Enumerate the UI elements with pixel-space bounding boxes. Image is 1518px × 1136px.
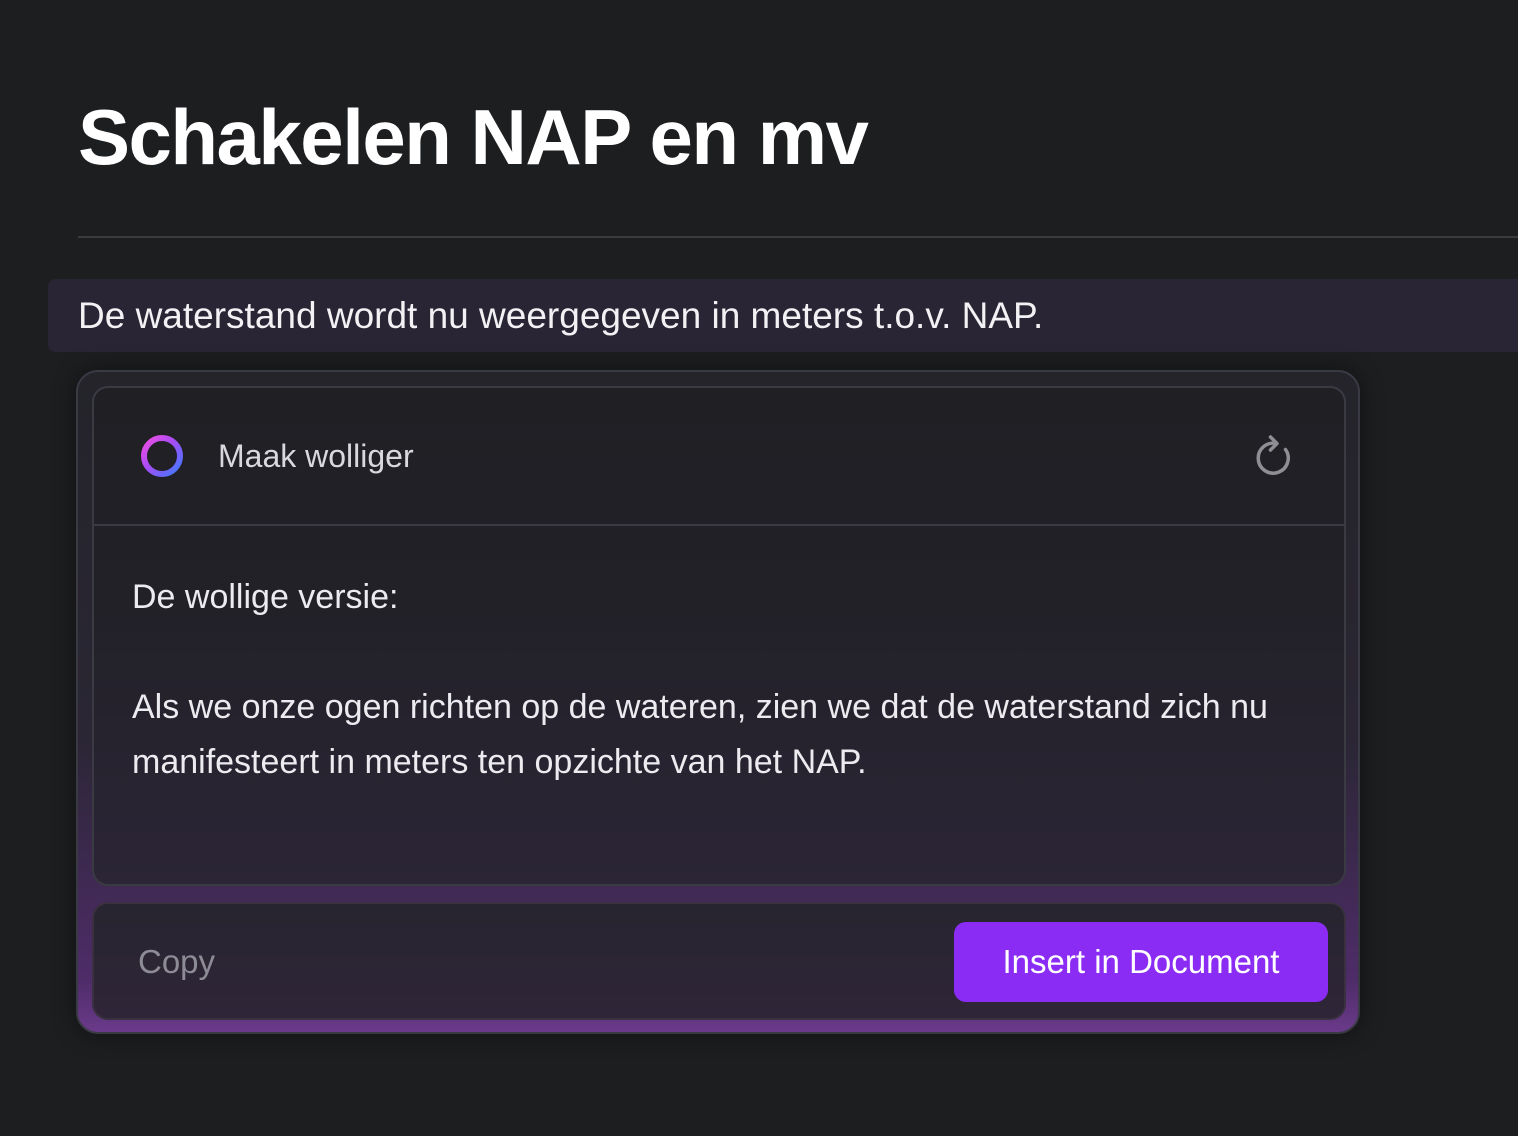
- ai-ring-icon: [141, 435, 183, 477]
- result-text: Als we onze ogen richten op de wateren, …: [132, 688, 1268, 781]
- ai-result-header: Maak wolliger: [94, 388, 1344, 526]
- ai-action-bar: Copy Insert in Document: [92, 902, 1346, 1020]
- selected-paragraph[interactable]: De waterstand wordt nu weergegeven in me…: [48, 279, 1518, 352]
- document-title[interactable]: Schakelen NAP en mv: [78, 92, 869, 182]
- title-divider: [78, 236, 1518, 238]
- insert-in-document-button[interactable]: Insert in Document: [954, 922, 1328, 1002]
- refresh-icon[interactable]: [1248, 432, 1296, 480]
- result-intro: De wollige versie:: [132, 578, 399, 616]
- ai-rewrite-panel: Maak wolliger De wollige versie: Als we …: [76, 370, 1360, 1034]
- copy-button[interactable]: Copy: [138, 934, 215, 990]
- prompt-label: Maak wolliger: [218, 438, 414, 474]
- ai-result-body: De wollige versie: Als we onze ogen rich…: [132, 570, 1302, 790]
- ai-result-card: Maak wolliger De wollige versie: Als we …: [92, 386, 1346, 886]
